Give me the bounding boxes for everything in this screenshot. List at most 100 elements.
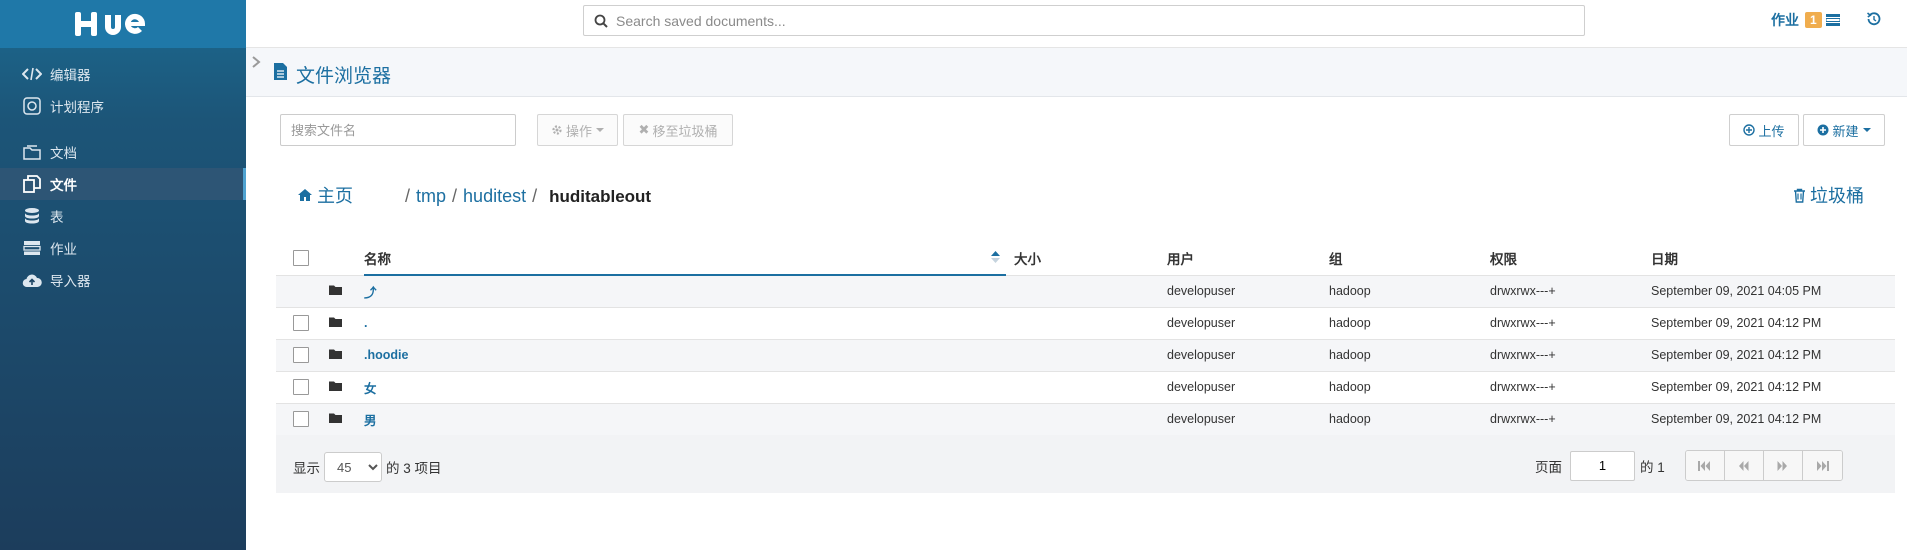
sidebar-item-label: 表 (50, 210, 64, 225)
table-row[interactable]: 女 developuser hadoop drwxrwx---+ Septemb… (276, 370, 1895, 403)
file-name-link[interactable]: ⤴ (364, 286, 377, 300)
column-group[interactable]: 组 (1329, 241, 1490, 275)
sidebar-item-scheduler[interactable]: 计划程序 (0, 90, 246, 122)
file-permissions: drwxrwx---+ (1490, 402, 1651, 435)
column-date[interactable]: 日期 (1651, 241, 1895, 275)
folder-icon (329, 348, 342, 362)
search-icon (594, 14, 608, 28)
page-title-text: 文件浏览器 (296, 66, 392, 87)
move-to-trash-button[interactable]: ✖ 移至垃圾桶 (623, 114, 733, 146)
table-header-row: 名称 大小 用户 组 权限 日期 (276, 241, 1895, 276)
table-row[interactable]: 男 developuser hadoop drwxrwx---+ Septemb… (276, 402, 1895, 435)
file-date: September 09, 2021 04:12 PM (1651, 370, 1895, 403)
previous-page-icon[interactable] (1724, 451, 1764, 480)
plus-circle-icon (1817, 124, 1829, 136)
file-user: developuser (1167, 274, 1329, 307)
page-size-control: 显示 45 的 3 项目 (293, 452, 442, 482)
plus-circle-icon (1743, 124, 1756, 136)
row-checkbox[interactable] (293, 379, 309, 395)
page-size-select[interactable]: 45 (324, 452, 382, 482)
file-table: 名称 大小 用户 组 权限 日期 ⤴ developuser hadoop dr… (276, 241, 1895, 435)
first-page-icon[interactable] (1685, 451, 1725, 480)
sidebar-item-jobs[interactable]: 作业 (0, 232, 246, 264)
jobs-icon (22, 239, 42, 257)
table-row[interactable]: ⤴ developuser hadoop drwxrwx---+ Septemb… (276, 274, 1895, 307)
global-search[interactable] (583, 5, 1585, 36)
sidebar-item-label: 文档 (50, 146, 77, 161)
new-button[interactable]: 新建 (1803, 114, 1885, 146)
tasks-icon (1825, 14, 1840, 26)
column-user[interactable]: 用户 (1167, 241, 1329, 275)
file-group: hadoop (1329, 370, 1490, 403)
column-permissions[interactable]: 权限 (1490, 241, 1651, 275)
title-bar: 文件浏览器 (246, 48, 1907, 97)
sidebar-item-tables[interactable]: 表 (0, 200, 246, 232)
table-row[interactable]: . developuser hadoop drwxrwx---+ Septemb… (276, 306, 1895, 339)
sidebar: 编辑器 计划程序 文档 文件 表 作业 导入器 (0, 0, 246, 550)
file-permissions: drwxrwx---+ (1490, 306, 1651, 339)
file-permissions: drwxrwx---+ (1490, 274, 1651, 307)
actions-button[interactable]: 操作 (537, 114, 618, 146)
table-row[interactable]: .hoodie developuser hadoop drwxrwx---+ S… (276, 338, 1895, 371)
sidebar-item-editor[interactable]: 编辑器 (0, 58, 246, 90)
sidebar-item-label: 文件 (50, 178, 77, 193)
history-icon[interactable] (1866, 12, 1881, 29)
file-name-link[interactable]: 男 (364, 414, 377, 428)
breadcrumb-home[interactable]: 主页 (297, 182, 353, 208)
last-page-icon[interactable] (1802, 451, 1842, 480)
file-icon (273, 62, 288, 87)
jobs-button[interactable]: 作业 1 (1771, 10, 1840, 30)
folder-icon (329, 380, 342, 394)
file-group: hadoop (1329, 274, 1490, 307)
chevron-right-icon[interactable] (251, 55, 261, 72)
folder-icon (329, 316, 342, 330)
sidebar-item-documents[interactable]: 文档 (0, 136, 246, 168)
sidebar-item-importer[interactable]: 导入器 (0, 264, 246, 296)
cloud-upload-icon (22, 271, 42, 289)
folder-icon (329, 284, 342, 298)
breadcrumb-segment[interactable]: tmp (416, 186, 446, 207)
sidebar-item-label: 导入器 (50, 274, 91, 289)
file-size (1006, 306, 1167, 339)
trash-button[interactable]: 垃圾桶 (1793, 182, 1864, 208)
folder-icon (329, 412, 342, 426)
sidebar-item-label: 编辑器 (50, 68, 91, 83)
file-size (1006, 370, 1167, 403)
hue-logo[interactable] (0, 0, 246, 48)
file-group: hadoop (1329, 338, 1490, 371)
file-size (1006, 338, 1167, 371)
file-name-link[interactable]: . (364, 316, 367, 330)
file-size (1006, 274, 1167, 307)
breadcrumb: 主页 / tmp / huditest / huditableout (297, 182, 651, 208)
pagination: 页面 的 1 (1535, 450, 1843, 481)
row-checkbox[interactable] (293, 315, 309, 331)
file-date: September 09, 2021 04:12 PM (1651, 338, 1895, 371)
breadcrumb-current: huditableout (549, 187, 652, 206)
file-name-link[interactable]: 女 (364, 382, 377, 396)
row-checkbox[interactable] (293, 347, 309, 363)
file-search-input[interactable] (280, 114, 516, 146)
file-date: September 09, 2021 04:12 PM (1651, 402, 1895, 435)
file-date: September 09, 2021 04:05 PM (1651, 274, 1895, 307)
close-icon: ✖ (638, 122, 650, 137)
search-input[interactable] (616, 12, 1516, 29)
files-icon (22, 175, 42, 193)
sidebar-item-label: 计划程序 (50, 100, 104, 115)
column-size[interactable]: 大小 (1006, 241, 1167, 275)
next-page-icon[interactable] (1763, 451, 1803, 480)
sidebar-item-files[interactable]: 文件 (0, 168, 246, 200)
pagination-buttons (1684, 450, 1843, 481)
file-user: developuser (1167, 370, 1329, 403)
column-name[interactable]: 名称 (364, 241, 1006, 276)
breadcrumb-segment[interactable]: huditest (463, 186, 526, 207)
file-name-link[interactable]: .hoodie (364, 348, 408, 362)
sidebar-item-label: 作业 (50, 242, 77, 257)
select-all-checkbox[interactable] (293, 249, 309, 266)
sort-asc-icon (991, 251, 1000, 263)
row-checkbox[interactable] (293, 411, 309, 428)
page-number-input[interactable] (1570, 450, 1635, 481)
table-footer: 显示 45 的 3 项目 页面 的 1 (276, 435, 1895, 493)
upload-button[interactable]: 上传 (1729, 114, 1799, 146)
file-user: developuser (1167, 402, 1329, 435)
trash-icon (1794, 188, 1805, 203)
